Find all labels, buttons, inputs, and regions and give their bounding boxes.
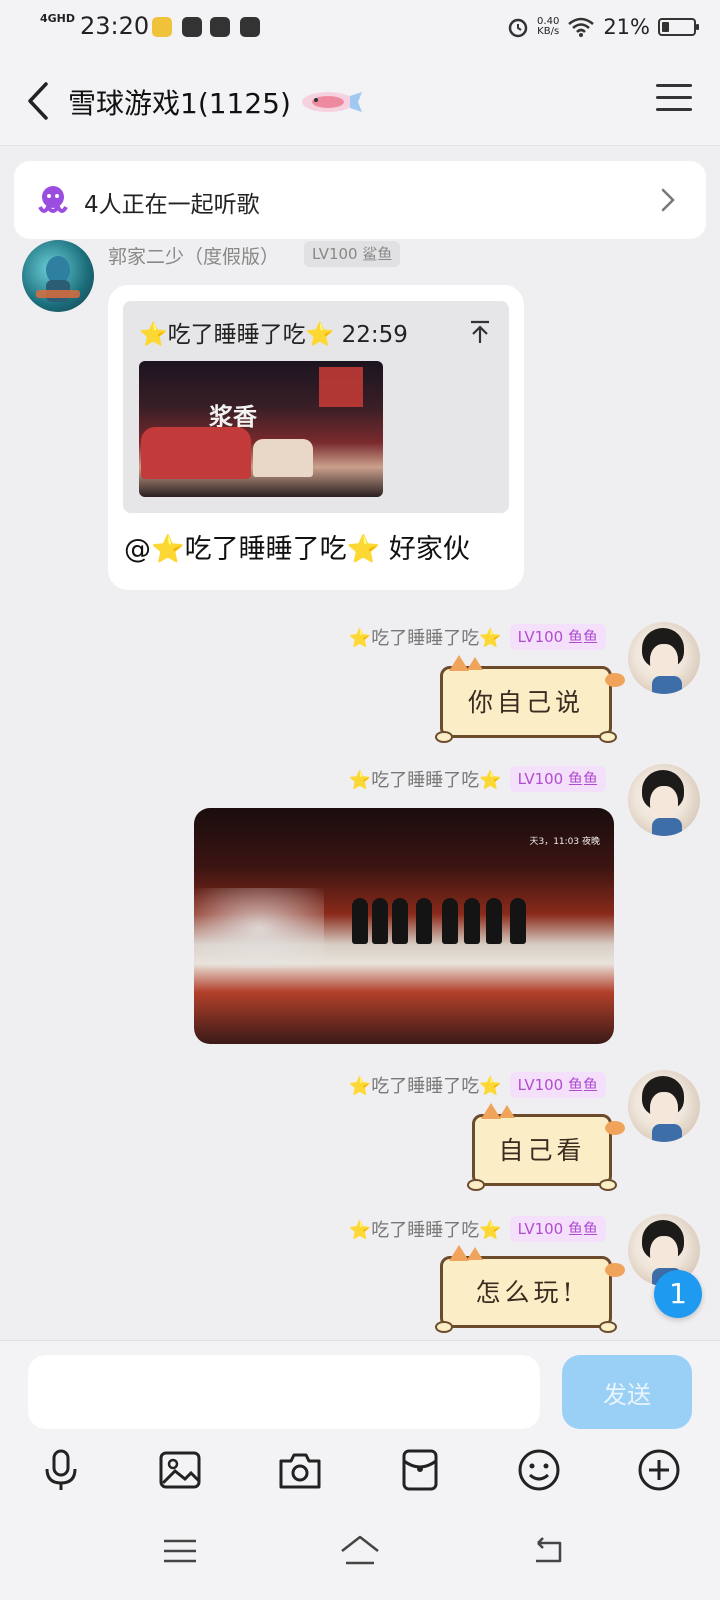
sender-row: ⭐吃了睡睡了吃⭐ LV100 鱼鱼 xyxy=(349,766,606,792)
sender-row: ⭐吃了睡睡了吃⭐ LV100 鱼鱼 xyxy=(349,1072,606,1098)
battery-icon xyxy=(658,18,699,36)
sender-name: ⭐吃了睡睡了吃⭐ xyxy=(348,1220,502,1241)
system-nav-bar xyxy=(0,1513,720,1600)
image-icon[interactable] xyxy=(155,1445,205,1495)
status-right: 0.40 KB/s 21% xyxy=(507,12,699,42)
status-bar: 4GHD 23:20 0.40 KB/s 21% xyxy=(0,0,720,56)
jump-to-quote-icon[interactable] xyxy=(469,319,491,345)
wifi-icon xyxy=(568,17,595,37)
back-nav-icon[interactable] xyxy=(528,1531,568,1571)
sender-row: ⭐吃了睡睡了吃⭐ LV100 鱼鱼 xyxy=(349,1216,606,1242)
battery-percent: 21% xyxy=(603,15,650,39)
sender-name: ⭐吃了睡睡了吃⭐ xyxy=(348,628,502,649)
network-speed: 0.40 KB/s xyxy=(537,17,559,37)
sim-icon xyxy=(210,17,230,37)
send-button[interactable]: 发送 xyxy=(562,1355,692,1429)
sender-level-badge: LV100 鱼鱼 xyxy=(509,624,606,650)
menu-nav-icon[interactable] xyxy=(160,1531,200,1571)
input-area: 发送 xyxy=(0,1340,720,1600)
emoji-icon[interactable] xyxy=(514,1445,564,1495)
music-octopus-icon xyxy=(38,186,68,213)
listen-banner-text: 4人正在一起听歌 xyxy=(84,192,260,218)
menu-icon[interactable] xyxy=(656,84,692,114)
back-arrow-icon[interactable] xyxy=(22,80,58,122)
sender-level-badge: LV100 鲨鱼 xyxy=(304,241,401,267)
camera-icon[interactable] xyxy=(275,1445,325,1495)
quoted-image[interactable]: 浆香 xyxy=(139,361,383,497)
unread-count-badge[interactable]: 1 xyxy=(654,1270,702,1318)
message-input[interactable] xyxy=(28,1355,540,1429)
image-message[interactable]: 天3，11:03 夜晚 xyxy=(194,808,614,1044)
group-title[interactable]: 雪球游戏1(1125) xyxy=(68,82,291,122)
sender-name: ⭐吃了睡睡了吃⭐ xyxy=(348,770,502,791)
quoted-message[interactable]: ⭐吃了睡睡了吃⭐ 22:59 浆香 xyxy=(123,301,509,513)
network-indicator: 4GHD xyxy=(40,12,76,25)
home-nav-icon[interactable] xyxy=(340,1531,380,1571)
message-text: 你自己说 xyxy=(467,688,584,717)
notification-icon xyxy=(182,17,202,37)
my-avatar[interactable] xyxy=(628,1070,700,1142)
red-packet-icon[interactable] xyxy=(395,1445,445,1495)
sender-name: 郭家二少（度假版） xyxy=(108,246,280,268)
sender-level-badge: LV100 鱼鱼 xyxy=(509,766,606,792)
clock: 23:20 xyxy=(80,12,150,40)
speed-unit: KB/s xyxy=(537,26,560,37)
message-text: 自己看 xyxy=(498,1136,586,1165)
game-hud-text: 天3，11:03 夜晚 xyxy=(529,837,600,847)
microphone-icon[interactable] xyxy=(36,1445,86,1495)
group-badge-icon xyxy=(302,92,362,112)
chevron-right-icon xyxy=(661,188,675,212)
my-avatar[interactable] xyxy=(628,622,700,694)
message-bubble[interactable]: ⭐吃了睡睡了吃⭐ 22:59 浆香 @⭐吃了睡睡了吃⭐ 好家伙 xyxy=(108,285,524,590)
sender-name: ⭐吃了睡睡了吃⭐ xyxy=(348,1076,502,1097)
sender-level-badge: LV100 鱼鱼 xyxy=(509,1216,606,1242)
my-avatar[interactable] xyxy=(628,764,700,836)
chat-header: 雪球游戏1(1125) xyxy=(0,56,720,146)
sender-avatar[interactable] xyxy=(22,240,94,312)
sender-level-badge: LV100 鱼鱼 xyxy=(509,1072,606,1098)
sender-row: ⭐吃了睡睡了吃⭐ LV100 鱼鱼 xyxy=(349,624,606,650)
message-bubble[interactable]: 怎么玩! xyxy=(435,1245,625,1333)
reply-text: @⭐吃了睡睡了吃⭐ 好家伙 xyxy=(124,534,470,565)
app-notification-icon xyxy=(152,17,172,37)
sim-icon-2 xyxy=(240,17,260,37)
message-text: 怎么玩! xyxy=(475,1278,577,1307)
quote-header: ⭐吃了睡睡了吃⭐ 22:59 xyxy=(139,322,408,348)
message-bubble[interactable]: 你自己说 xyxy=(435,655,625,743)
alarm-icon xyxy=(508,18,528,38)
listen-together-banner[interactable]: 4人正在一起听歌 xyxy=(14,161,706,239)
message-bubble[interactable]: 自己看 xyxy=(467,1103,625,1191)
plus-icon[interactable] xyxy=(634,1445,684,1495)
